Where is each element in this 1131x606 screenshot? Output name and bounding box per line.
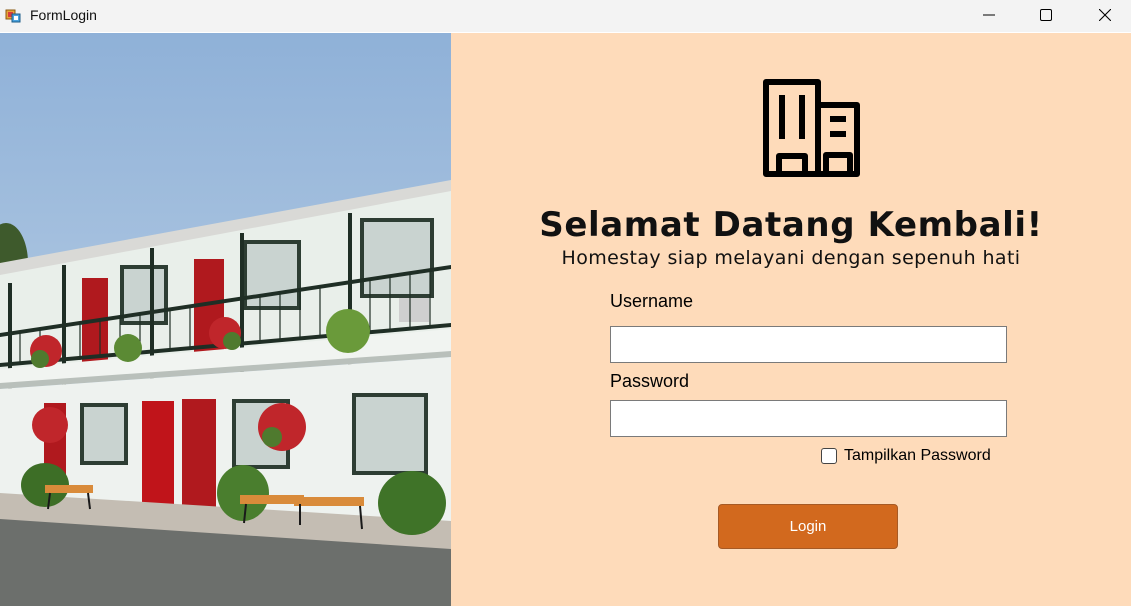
password-input[interactable] <box>610 400 1007 437</box>
show-password-label[interactable]: Tampilkan Password <box>844 447 991 465</box>
minimize-button[interactable] <box>966 0 1012 30</box>
show-password-option[interactable]: Tampilkan Password <box>821 447 991 465</box>
window-title: FormLogin <box>30 7 97 23</box>
password-label: Password <box>610 371 690 391</box>
maximize-icon <box>1040 9 1052 21</box>
building-icon <box>763 79 861 177</box>
close-icon <box>1099 9 1111 21</box>
welcome-subheading: Homestay siap melayani dengan sepenuh ha… <box>561 247 1021 269</box>
window-titlebar[interactable]: FormLogin <box>0 0 1131 32</box>
homestay-photo <box>0 33 451 606</box>
welcome-heading: Selamat Datang Kembali! <box>539 205 1043 245</box>
username-input[interactable] <box>610 326 1007 363</box>
minimize-icon <box>983 14 995 16</box>
close-button[interactable] <box>1082 0 1128 30</box>
username-label: Username <box>610 291 694 311</box>
app-icon <box>5 7 21 23</box>
show-password-checkbox[interactable] <box>821 448 837 464</box>
login-button[interactable]: Login <box>718 504 898 549</box>
login-panel: Selamat Datang Kembali! Homestay siap me… <box>451 33 1131 606</box>
maximize-button[interactable] <box>1023 0 1069 30</box>
